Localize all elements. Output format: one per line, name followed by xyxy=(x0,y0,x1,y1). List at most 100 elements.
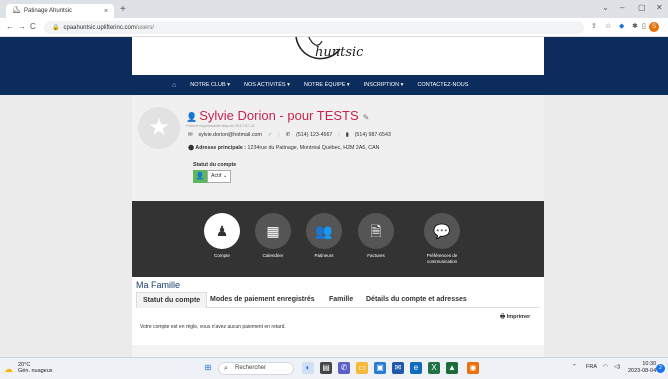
widgets-icon[interactable]: ▤ xyxy=(320,362,332,374)
chat-icon: 💬 xyxy=(424,213,460,249)
taskbar-search[interactable]: ⌕ Rechercher xyxy=(218,362,294,375)
tab-title: Patinage Ahuntsic xyxy=(24,8,73,14)
excel-icon[interactable]: X xyxy=(428,362,440,374)
address-line: ⬤ Adresse principale : 1234rue du Patina… xyxy=(188,145,379,151)
browser-tab[interactable]: ⛸ Patinage Ahuntsic × xyxy=(6,4,114,18)
menu-label: Préférences de communication xyxy=(426,253,458,264)
menu-label: Factures xyxy=(367,253,385,258)
separator: | xyxy=(338,132,340,138)
account-tabs: Statut du compte Modes de paiement enreg… xyxy=(136,292,540,308)
nav-contactez-nous[interactable]: CONTACTEZ-NOUS xyxy=(417,82,468,88)
calendar-icon: ▦ xyxy=(255,213,291,249)
user-icon: ♟ xyxy=(204,213,240,249)
browser-tab-strip: ⛸ Patinage Ahuntsic × + ⌄ – ▢ ✕ xyxy=(0,0,668,18)
phone-icon: ✆ xyxy=(285,132,291,138)
weather-cloud-icon[interactable]: ☁ xyxy=(4,364,13,375)
nav-notre-equipe[interactable]: NOTRE ÉQUIPE ▾ xyxy=(304,82,350,88)
logo-text: huntsic xyxy=(315,45,364,60)
email-link[interactable]: sylvie.dorion@hotmail.com xyxy=(198,132,261,138)
teams-icon[interactable]: ✆ xyxy=(338,362,350,374)
tab-famille[interactable]: Famille xyxy=(323,292,359,308)
edit-pencil-icon[interactable]: ✎ xyxy=(363,113,370,122)
home-icon[interactable]: ⌂ xyxy=(172,82,176,89)
verified-icon: ✓ xyxy=(267,132,273,138)
family-title: Ma Famille xyxy=(136,280,181,290)
address-value: 1234rue du Patinage, Montréal Québec, H2… xyxy=(247,145,380,151)
tab-statut-du-compte[interactable]: Statut du compte xyxy=(136,292,208,308)
menu-patineurs[interactable]: 👥 Patineurs xyxy=(294,213,354,259)
back-icon[interactable]: ← xyxy=(6,22,14,31)
app-icon[interactable]: ▣ xyxy=(374,362,386,374)
profile-avatar[interactable]: S xyxy=(649,22,659,32)
profile-subtitle: Parent responsable depuis 2017-07-11 xyxy=(186,123,255,128)
users-icon: 👥 xyxy=(306,213,342,249)
menu-preferences[interactable]: 💬 Préférences de communication xyxy=(412,213,472,265)
url-path: /users/ xyxy=(135,24,154,31)
puzzle-icon[interactable]: ✱ xyxy=(632,22,638,30)
maximize-icon[interactable]: ▢ xyxy=(638,3,646,12)
avatar-star-icon: ★ xyxy=(138,107,180,149)
nav-inscription[interactable]: INSCRIPTION ▾ xyxy=(364,82,404,88)
profile-name: 👤 Sylvie Dorion - pour TESTS ✎ xyxy=(186,108,369,123)
status-user-icon: 👤 xyxy=(193,170,207,183)
star-icon[interactable]: ☆ xyxy=(605,22,611,30)
forward-icon[interactable]: → xyxy=(18,22,26,31)
sidebar-icon[interactable]: ▯ xyxy=(642,22,646,30)
taskbar-search-text: Rechercher xyxy=(235,365,267,371)
search-icon: ⌕ xyxy=(224,365,228,372)
wifi-icon[interactable]: ◠ xyxy=(603,364,608,370)
edge-icon[interactable]: e xyxy=(410,362,422,374)
extension-icon[interactable]: ◆ xyxy=(619,22,624,30)
minimize-icon[interactable]: – xyxy=(620,3,624,12)
phone-number: (514) 123-4567 xyxy=(296,132,333,138)
mobile-number: (514) 987-6543 xyxy=(354,132,391,138)
taskview-icon[interactable]: ◐ xyxy=(302,362,314,374)
reload-icon[interactable]: C xyxy=(30,22,36,31)
skater-favicon-icon: ⛸ xyxy=(12,7,21,14)
menu-label: Patineurs xyxy=(314,253,334,258)
nav-notre-club[interactable]: NOTRE CLUB ▾ xyxy=(190,82,230,88)
status-select[interactable]: Actif ⌄ xyxy=(207,170,231,183)
contact-line: ✉ sylvie.dorion@hotmail.com ✓ | ✆ (514) … xyxy=(188,132,391,138)
os-taskbar: ☁ 20°C Gén. nuageux ⊞ ⌕ Rechercher ◐ ▤ ✆… xyxy=(0,357,668,379)
share-icon[interactable]: ⇪ xyxy=(591,22,597,30)
language-indicator[interactable]: FRA xyxy=(586,364,597,370)
app-green-icon[interactable]: ▲ xyxy=(446,362,458,374)
weather-widget[interactable]: 20°C Gén. nuageux xyxy=(18,362,53,374)
url-host: cpaahuntsic.uplifterinc.com xyxy=(63,24,136,31)
chevron-down-icon[interactable]: ⌄ xyxy=(602,3,609,12)
address-bar[interactable]: 🔒 cpaahuntsic.uplifterinc.com/users/ xyxy=(44,21,584,34)
status-select-value: Actif xyxy=(211,173,222,179)
invoice-icon: 🗎 xyxy=(358,213,394,249)
account-status-control: 👤 Actif ⌄ xyxy=(193,170,231,183)
clock-time: 10:30 xyxy=(642,361,657,367)
close-window-icon[interactable]: ✕ xyxy=(656,3,663,12)
volume-icon[interactable]: ◁) xyxy=(614,364,620,370)
tray-chevron-icon[interactable]: ⌃ xyxy=(572,364,577,370)
print-label: Imprimer xyxy=(506,314,531,320)
new-tab-button[interactable]: + xyxy=(120,4,126,16)
menu-factures[interactable]: 🗎 Factures xyxy=(346,213,406,259)
url-text: cpaahuntsic.uplifterinc.com/users/ xyxy=(63,25,153,31)
web-page: huntsic ⌂ NOTRE CLUB ▾ NOS ACTIVITÉS ▾ N… xyxy=(0,37,668,357)
print-button[interactable]: 🖶 Imprimer xyxy=(500,313,530,322)
weather-desc: Gén. nuageux xyxy=(18,368,53,374)
account-menu: ♟ Compte ▦ Calendrier 👥 Patineurs 🗎 Fact… xyxy=(132,201,544,277)
notification-badge[interactable]: 2 xyxy=(656,364,665,373)
map-marker-icon: ⬤ xyxy=(188,145,194,151)
lock-icon: 🔒 xyxy=(52,25,60,31)
file-explorer-icon[interactable]: ▭ xyxy=(356,362,368,374)
printer-icon: 🖶 xyxy=(500,314,506,320)
chrome-icon[interactable]: ◉ xyxy=(467,362,479,374)
address-label: Adresse principale : xyxy=(195,145,247,151)
mail-icon[interactable]: ✉ xyxy=(392,362,404,374)
nav-nos-activites[interactable]: NOS ACTIVITÉS ▾ xyxy=(244,82,290,88)
system-clock[interactable]: 10:30 2023-08-04 xyxy=(628,361,656,375)
windows-start-icon[interactable]: ⊞ xyxy=(202,362,214,374)
user-icon: 👤 xyxy=(186,112,198,122)
tab-modes-de-paiement[interactable]: Modes de paiement enregistrés xyxy=(204,292,321,308)
tab-details-du-compte[interactable]: Détails du compte et adresses xyxy=(360,292,473,308)
status-label: Statut du compte xyxy=(193,162,237,168)
tab-close-icon[interactable]: × xyxy=(101,8,111,15)
clock-date: 2023-08-04 xyxy=(628,368,657,374)
